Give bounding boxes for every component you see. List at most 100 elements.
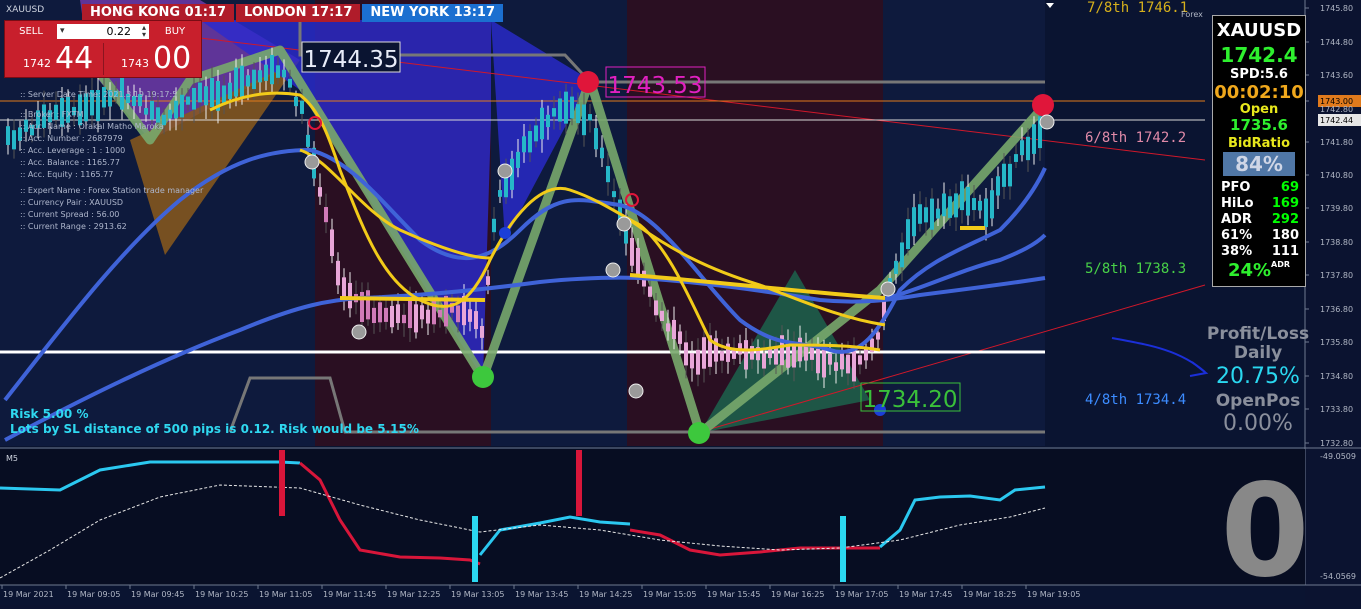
price-tick-label: 1734.80 <box>1320 372 1353 381</box>
time-tick-label: 19 Mar 10:25 <box>195 590 248 599</box>
time-tick-label: 19 Mar 18:25 <box>963 590 1016 599</box>
murrey-7-8: 7/8th 1746.1 <box>1087 0 1188 16</box>
account-info-line: :: Current Range : 2913.62 <box>20 222 127 231</box>
time-tick-label: 19 Mar 09:05 <box>67 590 120 599</box>
time-tick-label: 19 Mar 17:45 <box>899 590 952 599</box>
lot-spinner-icon[interactable]: ▴ ▾ <box>142 24 146 39</box>
account-info-line: :: Server Date Time: 2021.3.19 19:17:5 <box>20 90 177 99</box>
session-london: LONDON 17:17 <box>236 4 361 22</box>
ask-price-prefix: 1743 <box>121 57 149 70</box>
price-tick-label: 1738.80 <box>1320 238 1353 247</box>
time-tick-label: 19 Mar 15:05 <box>643 590 696 599</box>
svg-text:1734.20: 1734.20 <box>862 387 957 413</box>
bid-price-button[interactable]: 1742 44 <box>11 43 101 75</box>
session-new-york: NEW YORK 13:17 <box>362 4 504 22</box>
time-tick-label: 19 Mar 11:05 <box>259 590 312 599</box>
time-tick-label: 19 Mar 2021 <box>3 590 54 599</box>
price-label-1734: 1734.20 <box>860 382 961 413</box>
time-tick-label: 19 Mar 13:45 <box>515 590 568 599</box>
profit-loss-block: Profit/Loss Daily 20.75% OpenPos 0.00% <box>1200 325 1316 437</box>
osc-bar-red-2 <box>576 450 582 516</box>
symbol-tag: XAUUSD <box>6 5 44 15</box>
stat-row-61: 61% 180 <box>1221 228 1299 243</box>
pl-title: Profit/Loss <box>1206 324 1310 344</box>
price-tick-label: 1740.80 <box>1320 171 1353 180</box>
lot-size-input[interactable]: ▾ 0.22 ▴ ▾ <box>57 24 149 39</box>
risk-lot-text: Lots by SL distance of 500 pips is 0.12.… <box>10 422 419 436</box>
price-tick-label: 1745.80 <box>1320 4 1353 13</box>
time-tick-label: 19 Mar 14:25 <box>579 590 632 599</box>
price-tick-label: 1737.80 <box>1320 271 1353 280</box>
stat-row-pfo: PFO 69 <box>1221 180 1299 195</box>
time-tick-label: 19 Mar 13:05 <box>451 590 504 599</box>
svg-text:1744.35: 1744.35 <box>303 47 398 73</box>
account-info-line: :: Acc. Leverage : 1 : 1000 <box>20 146 125 155</box>
price-tick-label: 1743.60 <box>1320 71 1353 80</box>
info-bidratio-value: 84% <box>1223 152 1295 176</box>
info-price: 1742.4 <box>1220 43 1298 67</box>
pl-daily-value: 20.75% <box>1216 364 1300 389</box>
stat-row-38: 38% 111 <box>1221 244 1299 259</box>
price-tag-white: 1742.44 <box>1318 114 1361 126</box>
panel-divider <box>103 43 104 75</box>
price-tick-label: 1732.80 <box>1320 439 1353 448</box>
price-tick-label: 1733.80 <box>1320 405 1353 414</box>
time-tick-label: 19 Mar 09:45 <box>131 590 184 599</box>
time-tick-label: 19 Mar 17:05 <box>835 590 888 599</box>
time-tick-label: 19 Mar 11:45 <box>323 590 376 599</box>
account-info-line: :: Currency Pair : XAUUSD <box>20 198 123 207</box>
info-spread: SPD:5.6 <box>1230 67 1288 82</box>
ask-price-pips: 00 <box>153 41 192 76</box>
lot-decrease-icon[interactable]: ▾ <box>60 24 65 39</box>
price-chart-canvas[interactable]: 1744.35 1743.53 1734.20 7/8th 1746.1 6/8… <box>0 0 1361 606</box>
pl-openpos-label: OpenPos <box>1215 391 1301 411</box>
account-info-line: :: Expert Name : Forex Station trade man… <box>20 186 204 195</box>
pl-openpos-value: 0.00% <box>1223 411 1293 436</box>
buy-button[interactable]: BUY <box>153 24 197 40</box>
price-tick-label: 1736.80 <box>1320 305 1353 314</box>
price-axis-panel <box>1305 0 1361 605</box>
svg-text:1742.44: 1742.44 <box>1320 116 1353 125</box>
pivot-high-marker <box>577 71 599 93</box>
price-tick-label: 1735.80 <box>1320 338 1353 347</box>
price-label-1744: 1744.35 <box>301 41 401 73</box>
corner-text: Forex <box>1181 10 1203 19</box>
osc-bar-cyan-1 <box>472 516 478 582</box>
osc-bar-cyan-2 <box>840 516 846 582</box>
risk-percent: Risk 5.00 % <box>10 407 88 421</box>
info-symbol: XAUUSD <box>1216 20 1302 41</box>
sell-button[interactable]: SELL <box>9 24 53 40</box>
account-info-line: :: Acc. Name : Orakal Matho Maroka <box>20 122 164 131</box>
account-info-line: :: Acc. Number : 2687979 <box>20 134 123 143</box>
time-tick-label: 19 Mar 19:05 <box>1027 590 1080 599</box>
time-tick-label: 19 Mar 16:25 <box>771 590 824 599</box>
osc-axis-bottom: -54.0569 <box>1320 572 1356 581</box>
bid-price-prefix: 1742 <box>23 57 51 70</box>
info-open-value: 1735.6 <box>1230 116 1288 134</box>
one-click-trading-panel: SELL ▾ 0.22 ▴ ▾ BUY 1742 44 1743 00 <box>4 20 202 78</box>
account-info-line: :: Acc. Balance : 1165.77 <box>20 158 120 167</box>
price-tick-label: 1741.80 <box>1320 138 1353 147</box>
bid-price-pips: 44 <box>55 41 94 76</box>
ask-price-button[interactable]: 1743 00 <box>107 43 197 75</box>
stat-row-hilo: HiLo 169 <box>1221 196 1299 211</box>
pl-subtitle: Daily <box>1233 343 1283 363</box>
time-tick-label: 19 Mar 15:45 <box>707 590 760 599</box>
price-tick-extra: 1742.80 <box>1320 105 1353 114</box>
pivot-high-marker-2 <box>1032 94 1054 116</box>
info-open-label: Open <box>1239 102 1279 117</box>
lot-size-value: 0.22 <box>106 25 132 38</box>
account-info-line: :: Broker : FXTM <box>20 110 84 119</box>
svg-text:1743.53: 1743.53 <box>607 73 702 99</box>
symbol-info-box: XAUUSD 1742.4 SPD:5.6 00:02:10 Open 1735… <box>1212 15 1306 287</box>
price-tick-label: 1744.80 <box>1320 38 1353 47</box>
time-tick-label: 19 Mar 12:25 <box>387 590 440 599</box>
info-adr-percent: 24%ADR <box>1227 260 1291 281</box>
pivot-low-marker-2 <box>688 422 710 444</box>
oscillator-panel <box>0 449 1305 585</box>
osc-axis-top: -49.0509 <box>1320 452 1356 461</box>
murrey-4-8: 4/8th 1734.4 <box>1085 392 1186 408</box>
ma-yellow-flat-a <box>339 296 486 302</box>
oscillator-label: M5 <box>6 454 18 463</box>
chart-window[interactable]: 1744.35 1743.53 1734.20 7/8th 1746.1 6/8… <box>0 0 1361 606</box>
